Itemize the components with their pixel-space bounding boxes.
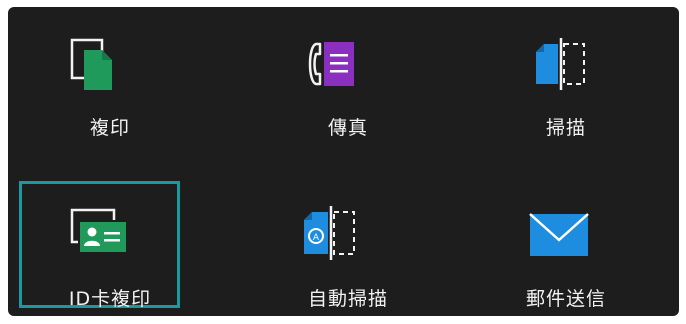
auto-scan-tile[interactable]: A 自動掃描: [238, 160, 458, 324]
scan-icon: [528, 38, 590, 92]
fax-icon: [304, 38, 366, 92]
mail-icon: [528, 210, 590, 264]
auto-scan-label: 自動掃描: [307, 288, 388, 310]
copy-tile[interactable]: 複印: [0, 0, 220, 160]
copy-icon: [66, 38, 128, 92]
fax-label: 傳真: [327, 117, 368, 139]
id-card-copy-label: ID卡複印: [68, 288, 152, 310]
id-card-copy-tile[interactable]: ID卡複印: [0, 160, 220, 324]
auto-scan-icon: A: [298, 206, 360, 260]
scan-label: 掃描: [545, 117, 586, 139]
id-card-copy-icon: [68, 206, 130, 260]
svg-text:A: A: [313, 233, 320, 243]
email-label: 郵件送信: [525, 288, 606, 310]
copy-label: 複印: [89, 117, 130, 139]
email-tile[interactable]: 郵件送信: [456, 160, 676, 324]
fax-tile[interactable]: 傳真: [238, 0, 458, 160]
scan-tile[interactable]: 掃描: [456, 0, 676, 160]
